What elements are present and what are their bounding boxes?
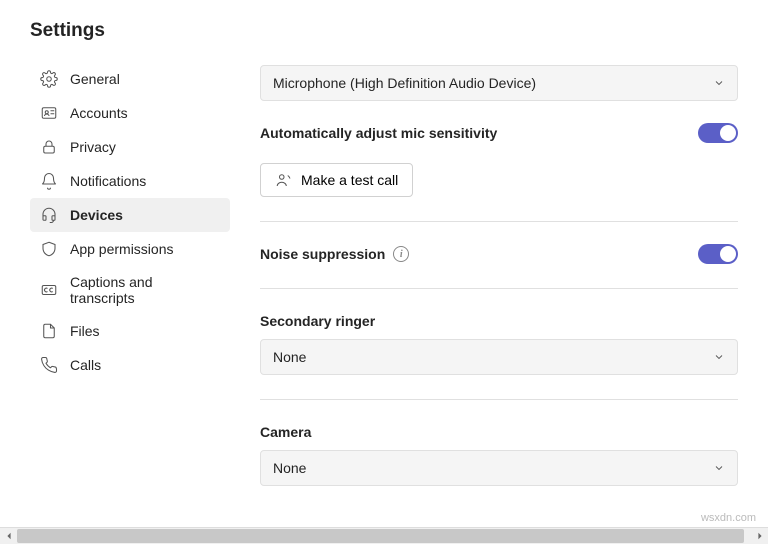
sidebar-item-app-permissions[interactable]: App permissions: [30, 232, 230, 266]
sidebar-item-label: Calls: [70, 357, 101, 373]
sidebar-item-label: Captions and transcripts: [70, 274, 220, 306]
info-icon[interactable]: i: [393, 246, 409, 262]
sidebar-item-notifications[interactable]: Notifications: [30, 164, 230, 198]
sidebar-item-label: Notifications: [70, 173, 146, 189]
secondary-ringer-selected-value: None: [273, 349, 306, 365]
chevron-down-icon: [713, 351, 725, 363]
section-divider: [260, 221, 738, 222]
microphone-selected-value: Microphone (High Definition Audio Device…: [273, 75, 536, 91]
section-divider: [260, 399, 738, 400]
sidebar-item-files[interactable]: Files: [30, 314, 230, 348]
sidebar-item-label: General: [70, 71, 120, 87]
sidebar-item-accounts[interactable]: Accounts: [30, 96, 230, 130]
sidebar-item-calls[interactable]: Calls: [30, 348, 230, 382]
lock-icon: [40, 138, 58, 156]
sidebar-item-label: Files: [70, 323, 100, 339]
headset-icon: [40, 206, 58, 224]
sidebar-item-captions[interactable]: Captions and transcripts: [30, 266, 230, 314]
scroll-right-arrow[interactable]: [751, 528, 768, 545]
settings-panel: Microphone (High Definition Audio Device…: [230, 20, 738, 525]
scrollbar-track[interactable]: [17, 528, 751, 544]
shield-icon: [40, 240, 58, 258]
sidebar-item-privacy[interactable]: Privacy: [30, 130, 230, 164]
microphone-select[interactable]: Microphone (High Definition Audio Device…: [260, 65, 738, 101]
bell-icon: [40, 172, 58, 190]
settings-sidebar: Settings General Accounts Privacy Notifi…: [30, 20, 230, 525]
test-call-label: Make a test call: [301, 172, 398, 188]
secondary-ringer-select[interactable]: None: [260, 339, 738, 375]
sidebar-item-label: App permissions: [70, 241, 174, 257]
scrollbar-thumb[interactable]: [17, 529, 744, 543]
chevron-down-icon: [713, 462, 725, 474]
chevron-down-icon: [713, 77, 725, 89]
id-card-icon: [40, 104, 58, 122]
noise-suppression-toggle[interactable]: [698, 244, 738, 264]
auto-mic-label: Automatically adjust mic sensitivity: [260, 125, 497, 141]
scroll-left-arrow[interactable]: [0, 528, 17, 545]
file-icon: [40, 322, 58, 340]
sidebar-item-label: Privacy: [70, 139, 116, 155]
person-call-icon: [275, 171, 293, 189]
horizontal-scrollbar[interactable]: [0, 527, 768, 544]
sidebar-item-devices[interactable]: Devices: [30, 198, 230, 232]
phone-icon: [40, 356, 58, 374]
test-call-button[interactable]: Make a test call: [260, 163, 413, 197]
captions-icon: [40, 281, 58, 299]
camera-selected-value: None: [273, 460, 306, 476]
sidebar-item-label: Devices: [70, 207, 123, 223]
camera-select[interactable]: None: [260, 450, 738, 486]
gear-icon: [40, 70, 58, 88]
camera-label: Camera: [260, 424, 738, 440]
secondary-ringer-label: Secondary ringer: [260, 313, 738, 329]
page-title: Settings: [30, 20, 230, 42]
section-divider: [260, 288, 738, 289]
watermark-text: wsxdn.com: [701, 512, 756, 524]
auto-mic-toggle[interactable]: [698, 123, 738, 143]
noise-suppression-label: Noise suppression: [260, 246, 385, 262]
sidebar-item-label: Accounts: [70, 105, 128, 121]
sidebar-item-general[interactable]: General: [30, 62, 230, 96]
